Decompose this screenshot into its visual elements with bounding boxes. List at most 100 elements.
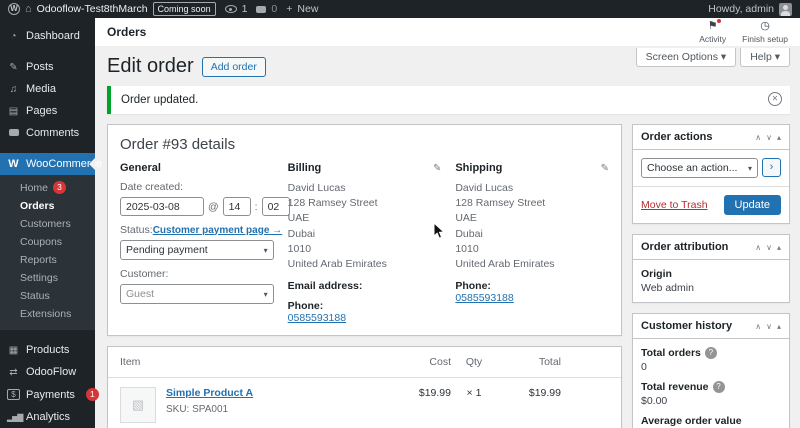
product-sku: SKU: SPA001 [166,404,229,416]
edit-shipping-icon[interactable]: ✎ [601,163,609,174]
billing-column: Billing ✎ David Lucas 128 Ramsey Street … [288,162,442,324]
avatar[interactable] [779,2,792,16]
toggle-panel-icon[interactable]: ▴ [777,133,781,142]
help-icon[interactable]: ? [704,347,717,359]
posts-pin-icon: ✎ [9,61,18,73]
edit-billing-icon[interactable]: ✎ [433,163,441,174]
order-attribution-panel: Order attribution ∧ ∨ ▴ Origin Web admin [632,234,790,303]
move-down-icon[interactable]: ∨ [766,133,772,142]
sidebar-item-payments[interactable]: $ Payments 1 [0,383,99,406]
site-name-link[interactable]: Odooflow-Test8thMarch [37,3,148,15]
sidebar-item-settings[interactable]: Settings [0,269,95,287]
dismiss-notice-icon[interactable]: ✕ [768,92,782,106]
sync-arrows-icon: ⇄ [9,366,18,378]
sidebar-item-status[interactable]: Status [0,287,95,305]
sidebar-item-reports[interactable]: Reports [0,251,95,269]
shipping-city: Dubai [455,227,483,240]
origin-label: Origin [641,268,672,280]
move-down-icon[interactable]: ∨ [766,322,772,331]
time-colon: : [254,200,258,213]
hour-input[interactable] [222,197,251,216]
help-button[interactable]: Help ▾ [740,48,790,67]
page-title: Orders [107,25,147,39]
screen-options-button[interactable]: Screen Options ▾ [635,48,737,67]
howdy-text[interactable]: Howdy, admin [708,3,774,15]
update-button[interactable]: Update [723,195,781,215]
sidebar-item-label: OdooFlow [26,366,77,378]
general-column: General Date created: @ : Status: [120,162,290,324]
comments-indicator[interactable]: 0 [256,3,277,15]
move-down-icon[interactable]: ∨ [766,243,772,252]
status-label: Status: [120,224,153,236]
sidebar-item-comments[interactable]: Comments [0,122,95,144]
home-icon[interactable]: ⌂ [25,3,32,15]
sidebar-item-customers[interactable]: Customers [0,215,95,233]
toggle-panel-icon[interactable]: ▴ [777,322,781,331]
customer-payment-page-link[interactable]: Customer payment page → [153,225,282,236]
origin-value: Web admin [641,282,694,294]
woocommerce-header-bar: Orders ⚑ Activity ◷ Finish setup [95,18,800,46]
billing-phone-link[interactable]: 0585593188 [288,312,442,324]
sidebar-item-posts[interactable]: ✎ Posts [0,56,95,78]
sidebar-item-analytics[interactable]: ▂▅▇ Analytics [0,406,95,428]
shipping-street: 128 Ramsey Street [455,197,546,210]
shipping-phone-link[interactable]: 0585593188 [455,292,609,304]
payments-icon: $ [7,389,20,400]
item-qty: × 1 [466,387,482,400]
dashboard-icon: ◔ [10,30,17,42]
sidebar-item-label: Home [20,181,49,194]
sidebar-item-products[interactable]: ▦ Products [0,339,95,361]
move-to-trash-link[interactable]: Move to Trash [641,199,708,211]
billing-postcode: 1010 [287,242,312,255]
add-order-button[interactable]: Add order [201,56,266,77]
toggle-panel-icon[interactable]: ▴ [777,243,781,252]
move-up-icon[interactable]: ∧ [755,243,761,252]
payments-badge: 1 [85,388,99,401]
move-up-icon[interactable]: ∧ [755,133,761,142]
order-details-panel: Order #93 details General Date created: … [107,124,622,337]
comments-count: 0 [271,3,278,15]
sidebar-item-label: Dashboard [26,30,80,42]
product-name-link[interactable]: Simple Product A [166,387,253,399]
sidebar-item-label: WooCommerce [26,158,103,170]
sidebar-item-home[interactable]: Home 3 [0,178,95,197]
date-input[interactable] [120,197,204,216]
order-items-panel: Item Cost Qty Total ▧ Simple Product A S… [107,346,622,428]
customer-select[interactable]: Guest ▾ [120,284,274,304]
comment-bubble-icon [256,5,267,13]
shipping-phone-label: Phone: [455,280,491,293]
sidebar-item-dashboard[interactable]: ◔ Dashboard [0,25,95,47]
sidebar-item-pages[interactable]: ▤ Pages [0,100,95,122]
media-icon: ♫ [9,83,18,95]
shipping-country: United Arab Emirates [455,258,555,271]
sidebar-item-media[interactable]: ♫ Media [0,78,95,100]
finish-setup-button[interactable]: ◷ Finish setup [742,20,788,44]
customer-history-title: Customer history [641,320,733,332]
apply-action-button[interactable]: › [762,158,781,177]
sidebar-item-extensions[interactable]: Extensions [0,305,95,323]
billing-state: UAE [287,212,310,225]
admin-bar: W ⌂ Odooflow-Test8thMarch Coming soon 1 … [0,0,800,18]
item-total: $19.99 [528,387,561,400]
at-symbol: @ [208,200,219,213]
move-up-icon[interactable]: ∧ [755,322,761,331]
order-updated-notice: Order updated. ✕ [107,86,790,114]
sidebar-item-coupons[interactable]: Coupons [0,233,95,251]
order-action-select[interactable]: Choose an action... ▾ [641,158,758,178]
sidebar-item-orders[interactable]: Orders [0,197,95,215]
help-icon[interactable]: ? [712,381,725,393]
chevron-down-icon: ▾ [747,163,752,173]
wordpress-logo-icon[interactable]: W [8,3,20,15]
new-menu[interactable]: + New [286,3,318,15]
main-content: Orders ⚑ Activity ◷ Finish setup Screen … [95,18,800,428]
flag-icon: ⚑ [708,18,721,34]
sidebar-item-odooflow[interactable]: ⇄ OdooFlow [0,361,95,383]
activity-button[interactable]: ⚑ Activity [699,18,726,44]
caret-down-icon: ▾ [720,51,727,63]
sidebar-item-woocommerce[interactable]: W WooCommerce [0,153,102,175]
sidebar-item-label: Comments [26,127,80,139]
minute-input[interactable] [261,197,290,216]
status-select[interactable]: Pending payment ▾ [120,240,274,260]
sidebar-item-label: Orders [20,200,55,212]
views-indicator[interactable]: 1 [224,3,247,15]
